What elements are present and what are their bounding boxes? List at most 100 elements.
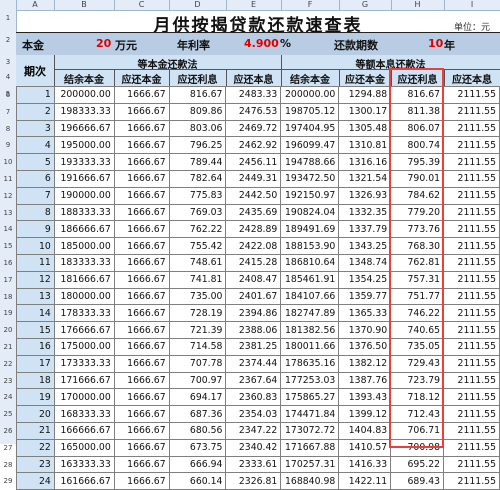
table-cell[interactable]: 1393.43 [338, 388, 392, 407]
table-cell[interactable]: 735.00 [168, 287, 227, 306]
table-cell[interactable]: 168333.33 [53, 405, 115, 423]
column-header-c[interactable]: C [114, 0, 170, 10]
table-cell[interactable]: 188153.90 [280, 237, 340, 255]
table-cell[interactable]: 2111.55 [443, 354, 500, 373]
row-number[interactable]: 8 [0, 125, 16, 133]
table-cell[interactable]: 694.17 [168, 388, 227, 407]
table-cell[interactable]: 191666.67 [53, 169, 115, 188]
row-number[interactable]: 22 [0, 360, 16, 368]
table-cell[interactable]: 2374.44 [225, 354, 282, 373]
table-cell[interactable]: 809.86 [168, 102, 227, 121]
period-cell[interactable]: 12 [16, 270, 55, 289]
table-cell[interactable]: 2476.53 [225, 102, 282, 121]
table-cell[interactable]: 185000.00 [53, 237, 115, 255]
row-number[interactable]: 4 [0, 73, 16, 81]
table-cell[interactable]: 177253.03 [280, 371, 340, 390]
table-cell[interactable]: 2415.28 [225, 253, 282, 272]
table-cell[interactable]: 170000.00 [53, 388, 115, 407]
table-cell[interactable]: 1326.93 [338, 186, 392, 205]
table-cell[interactable]: 1410.57 [338, 438, 392, 457]
table-cell[interactable]: 1666.67 [113, 388, 170, 407]
table-cell[interactable]: 188333.33 [53, 203, 115, 222]
table-cell[interactable]: 1404.83 [338, 421, 392, 440]
table-cell[interactable]: 2111.55 [443, 371, 500, 390]
table-cell[interactable]: 182747.89 [280, 304, 340, 323]
table-cell[interactable]: 1666.67 [113, 253, 170, 272]
table-cell[interactable]: 2111.55 [443, 337, 500, 356]
row-number[interactable]: 12 [0, 192, 16, 200]
period-cell[interactable]: 3 [16, 119, 55, 138]
table-cell[interactable]: 790.01 [390, 169, 445, 188]
row-number[interactable]: 23 [0, 377, 16, 385]
table-cell[interactable]: 2326.81 [225, 472, 282, 490]
table-cell[interactable]: 180000.00 [53, 287, 115, 306]
table-cell[interactable]: 1666.67 [113, 472, 170, 490]
table-cell[interactable]: 816.67 [390, 86, 445, 104]
table-cell[interactable]: 769.03 [168, 203, 227, 222]
table-cell[interactable]: 1666.67 [113, 354, 170, 373]
column-header-e[interactable]: E [226, 0, 282, 10]
table-cell[interactable]: 1348.74 [338, 253, 392, 272]
row-number[interactable]: 10 [0, 158, 16, 166]
period-cell[interactable]: 16 [16, 337, 55, 356]
table-cell[interactable]: 806.07 [390, 119, 445, 138]
column-header-d[interactable]: D [169, 0, 227, 10]
table-cell[interactable]: 1370.90 [338, 321, 392, 339]
table-cell[interactable]: 689.43 [390, 472, 445, 490]
table-cell[interactable]: 728.19 [168, 304, 227, 323]
period-cell[interactable]: 4 [16, 136, 55, 155]
table-cell[interactable]: 2442.50 [225, 186, 282, 205]
table-cell[interactable]: 1666.67 [113, 337, 170, 356]
table-cell[interactable]: 2469.72 [225, 119, 282, 138]
table-cell[interactable]: 1305.48 [338, 119, 392, 138]
table-cell[interactable]: 673.75 [168, 438, 227, 457]
table-cell[interactable]: 189491.69 [280, 220, 340, 239]
table-cell[interactable]: 2360.83 [225, 388, 282, 407]
row-number[interactable]: 21 [0, 343, 16, 351]
table-cell[interactable]: 196099.47 [280, 136, 340, 155]
table-cell[interactable]: 198333.33 [53, 102, 115, 121]
table-cell[interactable]: 1666.67 [113, 321, 170, 339]
table-cell[interactable]: 1294.88 [338, 86, 392, 104]
table-cell[interactable]: 186810.64 [280, 253, 340, 272]
period-cell[interactable]: 18 [16, 371, 55, 390]
row-number[interactable]: 29 [0, 477, 16, 485]
table-cell[interactable]: 186666.67 [53, 220, 115, 239]
table-cell[interactable]: 1365.33 [338, 304, 392, 323]
table-cell[interactable]: 2111.55 [443, 220, 500, 239]
table-cell[interactable]: 1382.12 [338, 354, 392, 373]
table-cell[interactable]: 755.42 [168, 237, 227, 255]
period-cell[interactable]: 21 [16, 421, 55, 440]
table-cell[interactable]: 1321.54 [338, 169, 392, 188]
table-cell[interactable]: 707.78 [168, 354, 227, 373]
table-cell[interactable]: 196666.67 [53, 119, 115, 138]
period-cell[interactable]: 2 [16, 102, 55, 121]
row-number[interactable]: 6 [0, 91, 16, 99]
term-value-cell[interactable]: 10 [428, 37, 443, 50]
column-header-a[interactable]: A [16, 0, 55, 10]
table-cell[interactable]: 1310.81 [338, 136, 392, 155]
table-cell[interactable]: 775.83 [168, 186, 227, 205]
period-cell[interactable]: 23 [16, 455, 55, 474]
table-cell[interactable]: 706.71 [390, 421, 445, 440]
row-number[interactable]: 15 [0, 242, 16, 250]
table-cell[interactable]: 2354.03 [225, 405, 282, 423]
table-cell[interactable]: 184107.66 [280, 287, 340, 306]
table-cell[interactable]: 1387.76 [338, 371, 392, 390]
row-number[interactable]: 27 [0, 444, 16, 452]
table-cell[interactable]: 2367.64 [225, 371, 282, 390]
table-cell[interactable]: 729.43 [390, 354, 445, 373]
table-cell[interactable]: 2111.55 [443, 86, 500, 104]
period-cell[interactable]: 15 [16, 321, 55, 339]
table-cell[interactable]: 2435.69 [225, 203, 282, 222]
table-cell[interactable]: 1666.67 [113, 220, 170, 239]
table-cell[interactable]: 1666.67 [113, 438, 170, 457]
period-cell[interactable]: 24 [16, 472, 55, 490]
table-cell[interactable]: 748.61 [168, 253, 227, 272]
table-cell[interactable]: 1666.67 [113, 186, 170, 205]
column-header-b[interactable]: B [54, 0, 115, 10]
table-cell[interactable]: 1359.77 [338, 287, 392, 306]
table-cell[interactable]: 2483.33 [225, 86, 282, 104]
table-cell[interactable]: 2111.55 [443, 388, 500, 407]
row-number[interactable]: 13 [0, 209, 16, 217]
